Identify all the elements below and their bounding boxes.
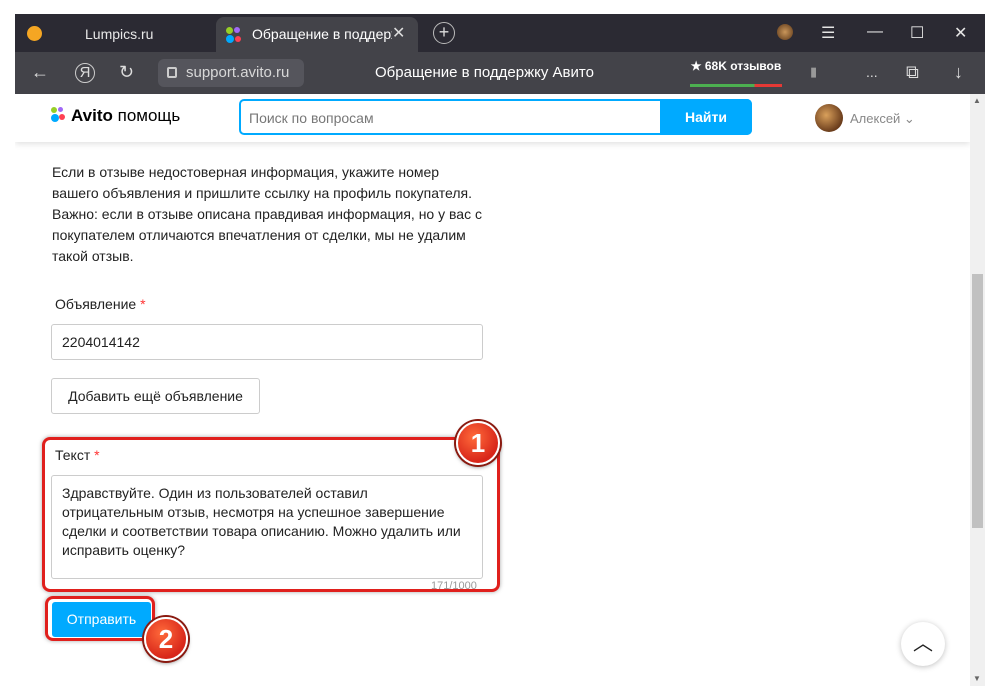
site-logo[interactable]: Avito помощь: [71, 106, 180, 126]
page-scrollbar[interactable]: ▲ ▼: [970, 94, 985, 686]
page-content: Avito помощь Найти Алексей ⌄ Если в отзы…: [15, 94, 970, 686]
scrollbar-thumb[interactable]: [972, 274, 983, 528]
annotation-badge-2: 2: [144, 617, 188, 661]
extensions-icon[interactable]: ⧉: [906, 62, 919, 83]
more-icon[interactable]: ...: [866, 64, 878, 80]
browser-window: Lumpics.ru Обращение в поддержку Авито ✕…: [15, 14, 985, 686]
scroll-up-icon[interactable]: ▲: [973, 96, 981, 105]
bookmark-icon[interactable]: ▮: [810, 64, 817, 80]
ad-label: Объявление *: [55, 296, 146, 312]
back-icon[interactable]: ←: [31, 62, 49, 83]
logo-brand: Avito: [71, 106, 113, 125]
search-box: Найти: [239, 99, 752, 135]
avito-logo-icon: [51, 107, 67, 123]
annotation-highlight-text: [42, 437, 500, 592]
add-ad-button[interactable]: Добавить ещё объявление: [51, 378, 260, 414]
close-window-icon[interactable]: ✕: [954, 23, 967, 43]
annotation-badge-1: 1: [456, 421, 500, 465]
scroll-down-icon[interactable]: ▼: [973, 674, 981, 683]
yandex-icon[interactable]: Я: [75, 63, 95, 83]
reviews-text: ★ 68K отзывов: [690, 59, 782, 73]
tab-bar: Lumpics.ru Обращение в поддержку Авито ✕…: [15, 14, 985, 52]
new-tab-button[interactable]: +: [433, 22, 455, 44]
page-title: Обращение в поддержку Авито: [375, 64, 594, 81]
menu-icon[interactable]: ☰: [821, 23, 835, 43]
reviews-badge[interactable]: ★ 68K отзывов: [690, 59, 782, 87]
url-field[interactable]: support.avito.ru: [158, 59, 304, 87]
logo-suffix: помощь: [117, 106, 181, 125]
tab-close-icon[interactable]: ✕: [392, 23, 405, 43]
ad-label-text: Объявление: [55, 296, 137, 312]
ad-number-input[interactable]: 2204014142: [51, 324, 483, 360]
tab-label: Обращение в поддержку Авито: [252, 26, 392, 42]
required-mark: *: [140, 296, 146, 312]
download-icon[interactable]: ↓: [954, 62, 963, 83]
address-bar: ← Я ↻ support.avito.ru Обращение в подде…: [15, 52, 985, 94]
avatar[interactable]: [815, 104, 843, 132]
site-header: Avito помощь Найти Алексей ⌄: [15, 94, 970, 142]
avito-favicon-icon: [226, 27, 242, 43]
reload-icon[interactable]: ↻: [119, 62, 134, 83]
minimize-icon[interactable]: —: [867, 23, 883, 41]
user-name[interactable]: Алексей ⌄: [850, 111, 915, 127]
maximize-icon[interactable]: ☐: [910, 23, 924, 43]
submit-button[interactable]: Отправить: [52, 602, 151, 637]
browser-logo-icon: [27, 26, 42, 41]
search-button[interactable]: Найти: [660, 99, 752, 135]
profile-icon[interactable]: [777, 23, 793, 40]
url-text: support.avito.ru: [186, 64, 290, 81]
lock-icon: [167, 67, 177, 78]
tab-lumpics[interactable]: Lumpics.ru: [85, 26, 153, 42]
info-text: Если в отзыве недостоверная информация, …: [52, 164, 482, 264]
reviews-rating-bar: [690, 84, 782, 87]
tab-avito-support[interactable]: Обращение в поддержку Авито ✕: [216, 17, 418, 52]
search-input[interactable]: [249, 107, 649, 129]
scroll-to-top-button[interactable]: ︿: [901, 622, 945, 666]
